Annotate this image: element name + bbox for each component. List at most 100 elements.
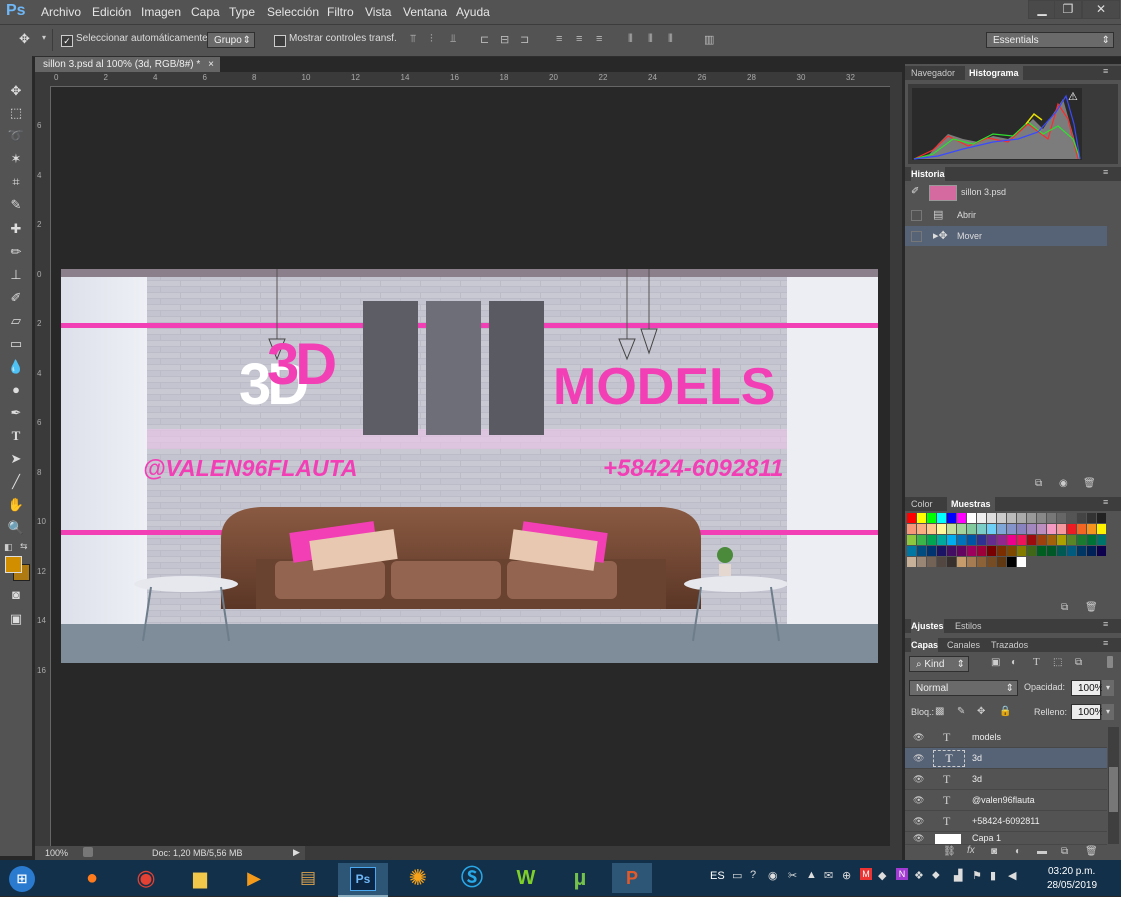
lock-all-icon[interactable]: 🔒 — [999, 706, 1011, 717]
help-icon[interactable]: ? — [750, 869, 756, 881]
panel-menu-icon[interactable]: ≡ — [1103, 66, 1108, 76]
tab-estilos[interactable]: Estilos — [955, 619, 982, 633]
align-top-icon[interactable]: ⫪ — [410, 33, 422, 47]
color-swatch[interactable] — [1067, 524, 1076, 534]
fill-input[interactable]: 100% — [1071, 704, 1104, 720]
color-swatch[interactable] — [1077, 546, 1086, 556]
marquee-tool-icon[interactable]: ⬚ — [6, 104, 26, 122]
layer-row[interactable]: 👁 T @valen96flauta — [905, 790, 1107, 811]
color-swatch[interactable] — [997, 535, 1006, 545]
color-swatch[interactable] — [947, 546, 956, 556]
wattpad-icon[interactable]: W — [508, 863, 544, 893]
history-checkbox[interactable] — [911, 231, 922, 242]
skype-icon[interactable]: Ⓢ — [454, 863, 490, 893]
layers-scrollbar[interactable] — [1108, 727, 1119, 844]
document-tab[interactable]: sillon 3.psd al 100% (3d, RGB/8#) * × — [35, 57, 220, 72]
panel-menu-icon[interactable]: ≡ — [1103, 619, 1108, 629]
filter-type-icon[interactable]: T — [1033, 656, 1040, 668]
color-swatch[interactable] — [1087, 524, 1096, 534]
move-tool-icon[interactable]: ✥ — [6, 82, 26, 100]
panel-menu-icon[interactable]: ≡ — [1103, 638, 1108, 648]
lock-position-icon[interactable]: ✥ — [977, 706, 985, 717]
clone-stamp-tool-icon[interactable]: ⊥ — [6, 266, 26, 284]
color-swatch[interactable] — [1027, 524, 1036, 534]
workspace-dropdown[interactable]: Essentials ⇕ — [986, 32, 1114, 48]
tray-icon[interactable]: ▭ — [732, 869, 742, 882]
zoom-level[interactable]: 100% — [45, 848, 68, 858]
eraser-tool-icon[interactable]: ▱ — [6, 312, 26, 330]
align-right-icon[interactable]: ⊐ — [520, 33, 532, 47]
menu-ayuda[interactable]: Ayuda — [456, 5, 490, 19]
type-tool-icon[interactable]: T — [6, 427, 26, 445]
distribute-hcenter-icon[interactable]: ⦀ — [648, 33, 660, 47]
color-swatch[interactable] — [957, 535, 966, 545]
color-swatch[interactable] — [997, 524, 1006, 534]
tray-icon[interactable]: ◉ — [768, 869, 778, 882]
color-swatch[interactable] — [917, 557, 926, 567]
history-item[interactable]: ▤ Abrir — [905, 205, 1107, 225]
color-swatch[interactable] — [1097, 513, 1106, 523]
color-swatch[interactable] — [1037, 524, 1046, 534]
color-swatch[interactable] — [1087, 513, 1096, 523]
color-swatch[interactable] — [987, 557, 996, 567]
new-layer-icon[interactable]: ⧉ — [1061, 846, 1068, 857]
history-checkbox[interactable] — [911, 210, 922, 221]
color-swatch[interactable] — [1027, 513, 1036, 523]
color-swatch[interactable] — [1027, 546, 1036, 556]
utorrent-icon[interactable]: µ — [562, 863, 598, 893]
color-swatch[interactable] — [1007, 535, 1016, 545]
color-swatch[interactable] — [1037, 546, 1046, 556]
path-selection-tool-icon[interactable]: ➤ — [6, 450, 26, 468]
zoom-tool-icon[interactable]: 🔍 — [6, 519, 26, 537]
tab-navegador[interactable]: Navegador — [911, 66, 955, 80]
move-tool-icon[interactable]: ✥ — [19, 31, 30, 47]
visibility-eye-icon[interactable]: 👁 — [913, 748, 924, 768]
color-swatch[interactable] — [1097, 546, 1106, 556]
start-button[interactable]: ⊞ — [4, 863, 40, 893]
color-swatch[interactable] — [937, 546, 946, 556]
color-swatch[interactable] — [937, 535, 946, 545]
auto-align-icon[interactable]: ▥ — [704, 33, 716, 47]
color-swatch[interactable] — [1007, 557, 1016, 567]
color-swatch[interactable] — [947, 535, 956, 545]
tab-ajustes[interactable]: Ajustes — [911, 619, 944, 633]
artwork-image[interactable]: 3D 3D MODELS @VALEN96FLAUTA +58424-60928… — [61, 269, 878, 663]
swatches-grid[interactable] — [907, 513, 1107, 588]
color-swatch[interactable] — [957, 546, 966, 556]
tab-histograma[interactable]: Histograma — [965, 66, 1023, 80]
color-swatch[interactable] — [1017, 557, 1026, 567]
layer-row[interactable]: 👁 T +58424-6092811 — [905, 811, 1107, 832]
color-swatch[interactable] — [997, 513, 1006, 523]
color-swatch[interactable] — [1067, 535, 1076, 545]
volume-icon[interactable]: ◀ — [1008, 869, 1016, 882]
distribute-left-icon[interactable]: ⦀ — [628, 33, 640, 47]
history-brush-icon[interactable]: ✐ — [911, 182, 919, 202]
color-swatch[interactable] — [927, 546, 936, 556]
add-mask-icon[interactable]: ◙ — [991, 846, 997, 857]
chevron-down-icon[interactable]: ▾ — [1102, 704, 1114, 720]
scrollbar-horizontal[interactable] — [305, 846, 890, 860]
history-item-selected[interactable]: ▸✥ Mover — [905, 226, 1107, 246]
new-group-icon[interactable]: ▬ — [1037, 846, 1047, 857]
distribute-right-icon[interactable]: ⦀ — [668, 33, 680, 47]
color-swatch[interactable] — [1017, 513, 1026, 523]
lock-transparency-icon[interactable]: ▩ — [935, 706, 944, 717]
color-swatch[interactable] — [917, 535, 926, 545]
menu-type[interactable]: Type — [229, 5, 255, 19]
color-swatch[interactable] — [957, 524, 966, 534]
color-swatch[interactable] — [927, 535, 936, 545]
onenote-icon[interactable]: N — [896, 868, 908, 880]
status-info-icon[interactable] — [83, 847, 93, 857]
color-swatch[interactable] — [1047, 524, 1056, 534]
history-brush-tool-icon[interactable]: ✐ — [6, 289, 26, 307]
color-swatch[interactable] — [977, 524, 986, 534]
color-swatch[interactable] — [967, 524, 976, 534]
color-swatch[interactable] — [977, 546, 986, 556]
photoshop-taskbar-button[interactable]: Ps — [338, 863, 388, 897]
color-swatch[interactable] — [907, 513, 916, 523]
filter-toggle[interactable] — [1107, 656, 1113, 668]
color-swatch[interactable] — [977, 513, 986, 523]
gradient-tool-icon[interactable]: ▭ — [6, 335, 26, 353]
tab-muestras[interactable]: Muestras — [947, 497, 995, 511]
menu-edicion[interactable]: Edición — [92, 5, 131, 19]
